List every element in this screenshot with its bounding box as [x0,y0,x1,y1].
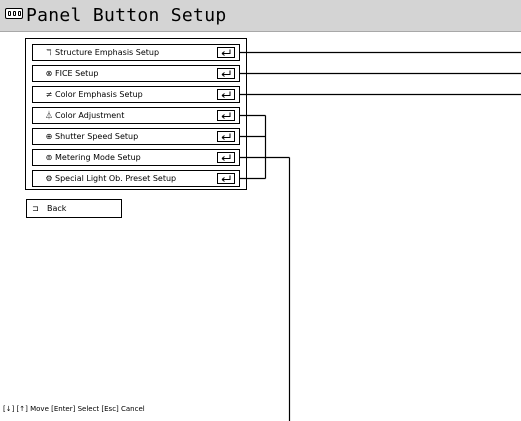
key-hint-footer: [↓] [↑] Move [Enter] Select [Esc] Cancel [3,405,145,413]
callout-lines [240,51,521,421]
